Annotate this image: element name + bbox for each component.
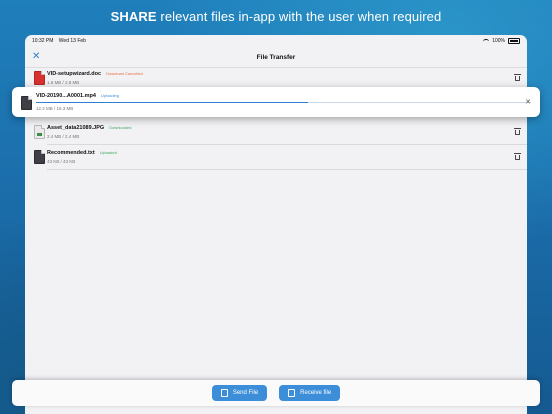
receive-file-icon: [288, 389, 296, 397]
file-name: VID-20190...A0001.mp4 Uploading: [36, 93, 119, 99]
battery-icon: [508, 38, 520, 44]
headline-bold: SHARE: [110, 9, 157, 24]
uploading-file-card[interactable]: VID-20190...A0001.mp4 Uploading 12.2 MB /…: [12, 87, 540, 117]
image-file-icon: [34, 125, 45, 139]
file-status: Uploading: [100, 93, 119, 98]
bottom-action-bar: Send File Receive file: [12, 380, 540, 406]
file-size: 1.6 MB / 2.8 MB: [47, 80, 80, 85]
text-file-icon: [34, 150, 45, 164]
file-size: 2.4 MB / 2.4 MB: [47, 134, 80, 139]
file-status: Uploaded: [99, 150, 117, 155]
headline-rest: relevant files in-app with the user when…: [156, 9, 442, 24]
status-bar: 10:32 PM Wed 13 Feb 100%: [25, 35, 527, 47]
trash-icon[interactable]: [513, 128, 521, 135]
video-file-icon: [21, 96, 32, 110]
status-date: Wed 13 Feb: [58, 38, 86, 44]
receive-file-label: Receive file: [300, 390, 332, 396]
upload-progress-bar: [36, 102, 531, 104]
upload-progress-fill: [36, 102, 309, 104]
file-size: 43 KB / 43 KB: [47, 159, 76, 164]
trash-icon[interactable]: [513, 74, 521, 81]
navigation-bar: ✕ File Transfer: [25, 47, 527, 68]
file-name: VID-setupwizard.doc Download Cancelled: [47, 71, 143, 77]
row-divider: [47, 144, 527, 145]
wifi-icon: [483, 38, 490, 44]
send-file-label: Send File: [232, 390, 259, 396]
battery-percent: 100%: [492, 38, 505, 44]
send-file-icon: [220, 389, 228, 397]
document-file-icon: [34, 71, 45, 85]
cancel-upload-icon[interactable]: ✕: [524, 98, 532, 106]
file-name: Recommended.txt Uploaded: [47, 150, 117, 156]
headline: SHARE relevant files in-app with the use…: [0, 9, 552, 24]
file-status: Download Cancelled: [106, 71, 143, 76]
page-title: File Transfer: [256, 53, 296, 61]
trash-icon[interactable]: [513, 153, 521, 160]
file-name: Asset_data21089.JPG Downloaded: [47, 125, 132, 131]
close-icon[interactable]: ✕: [32, 51, 40, 63]
receive-file-button[interactable]: Receive file: [279, 385, 341, 401]
row-divider: [47, 169, 527, 170]
file-size: 12.2 MB / 16.3 MB: [36, 106, 74, 111]
status-time: 10:32 PM: [32, 38, 54, 44]
send-file-button[interactable]: Send File: [211, 385, 268, 401]
file-status: Downloaded: [109, 125, 132, 130]
